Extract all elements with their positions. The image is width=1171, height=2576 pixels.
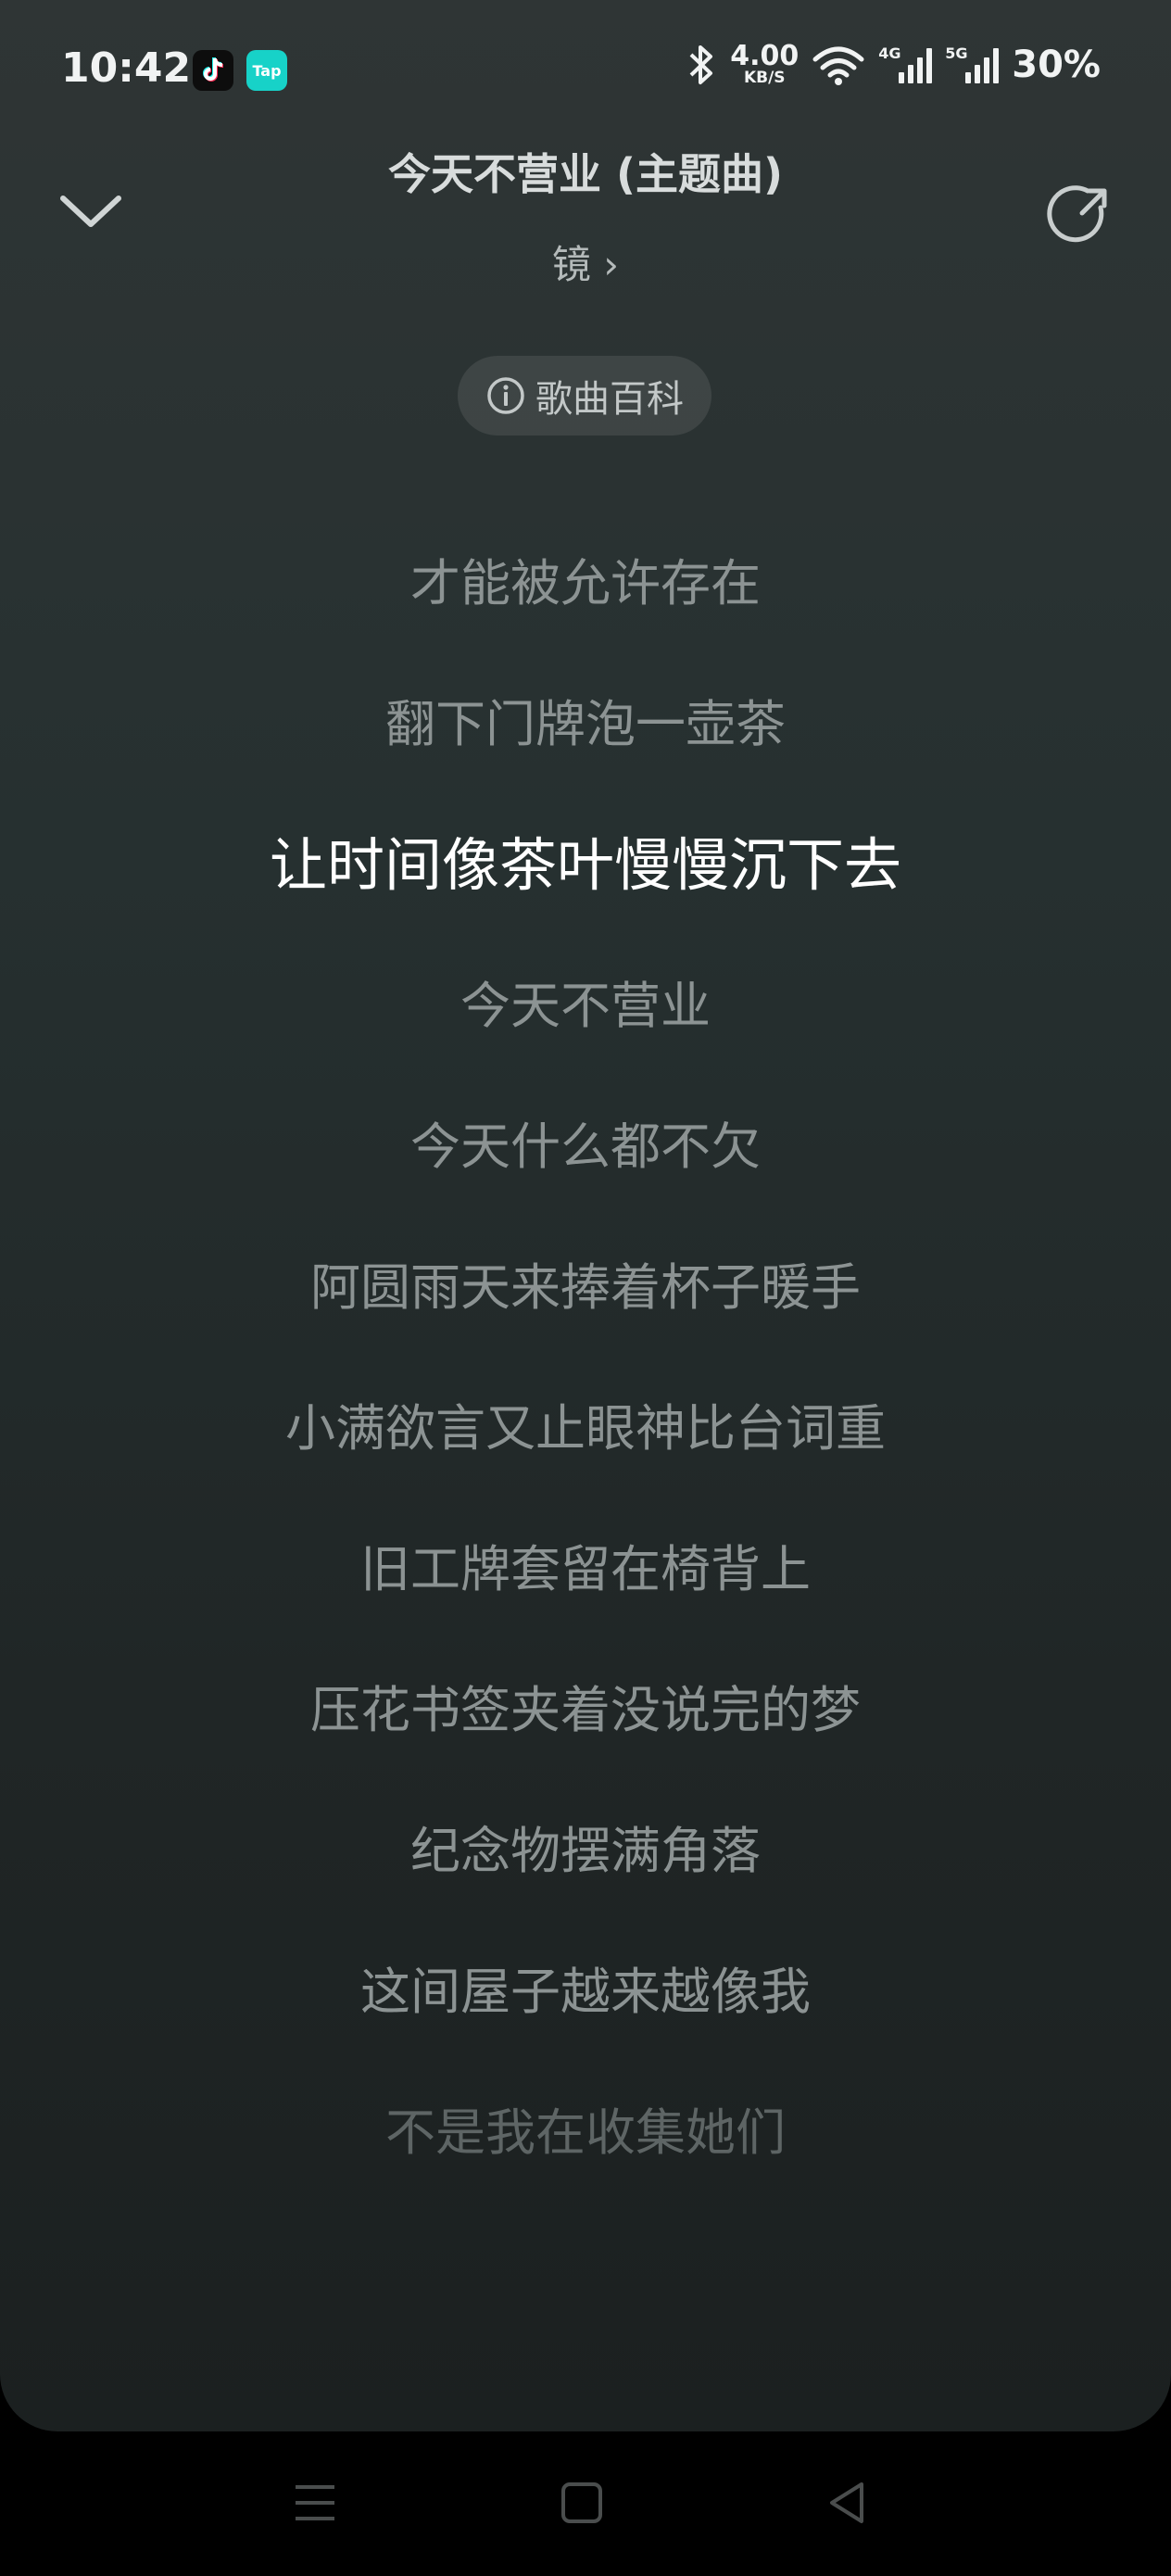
song-title: 今天不营业 (主题曲) (387, 149, 784, 199)
status-time: 10:42 (61, 44, 192, 92)
sim2-network-label: 5G (945, 44, 968, 62)
lyric-line[interactable]: 压花书签夹着没说完的梦 (0, 1673, 1171, 1748)
wifi-icon (812, 46, 864, 85)
lyric-line[interactable]: 翻下门牌泡一壶茶 (0, 688, 1171, 762)
network-speed-value: 4.00 (730, 40, 800, 72)
tiktok-icon (193, 50, 233, 91)
lyric-line[interactable]: 才能被允许存在 (0, 547, 1171, 621)
lyric-line-partial (0, 434, 1171, 508)
lyrics-scroll-area[interactable]: 才能被允许存在 翻下门牌泡一壶茶 让时间像茶叶慢慢沉下去 今天不营业今天什么都不欠 阿圆… (0, 454, 1171, 2317)
cellular-signal-sim2: 5G (945, 44, 1000, 83)
home-button[interactable] (545, 2470, 619, 2535)
song-wiki-label: 歌曲百科 (535, 378, 684, 421)
lyric-line[interactable]: 旧工牌套留在椅背上 (0, 1533, 1171, 1607)
lyric-line[interactable]: 纪念物摆满角落 (0, 1814, 1171, 1888)
lyric-line[interactable]: 阿圆雨天来捧着杯子暖手 (0, 1251, 1171, 1325)
lyric-line-current[interactable]: 让时间像茶叶慢慢沉下去 (0, 828, 1171, 903)
bluetooth-icon (689, 44, 713, 84)
lyric-line[interactable]: 今天什么都不欠 (0, 1110, 1171, 1184)
battery-percentage: 30% (1012, 43, 1101, 86)
lyric-line[interactable]: 小满欲言又止眼神比台词重 (0, 1392, 1171, 1466)
lyric-line[interactable]: 不是我在收集她们 (0, 2096, 1171, 2170)
artist-link[interactable]: 镜 › (0, 234, 1171, 290)
back-triangle-icon (830, 2482, 863, 2523)
network-speed-unit: KB/S (743, 69, 786, 87)
lyric-line[interactable]: 这间屋子越来越像我 (0, 1955, 1171, 2029)
sim1-network-label: 4G (878, 44, 901, 62)
song-wiki-button[interactable]: 歌曲百科 (458, 356, 711, 436)
status-indicators: 4.00 KB/S 4G 5G 30% (686, 43, 1101, 86)
network-speed: 4.00 KB/S (730, 43, 799, 86)
menu-button[interactable] (278, 2470, 352, 2535)
taptap-icon-text: Tap (252, 61, 282, 80)
cellular-signal-sim1: 4G (878, 44, 933, 83)
lyrics-screen: 10:42 Tap 4.00 KB/S 4G 5G 30% 今天不营业 (主题曲… (0, 0, 1171, 2431)
home-square-icon (561, 2482, 602, 2523)
info-icon (487, 377, 524, 414)
back-button[interactable] (810, 2470, 884, 2535)
menu-icon (296, 2485, 334, 2520)
lyric-line[interactable]: 今天不营业 (0, 969, 1171, 1043)
share-arrow-icon (1047, 185, 1107, 243)
share-button[interactable] (1045, 180, 1115, 250)
taptap-icon: Tap (246, 50, 287, 91)
